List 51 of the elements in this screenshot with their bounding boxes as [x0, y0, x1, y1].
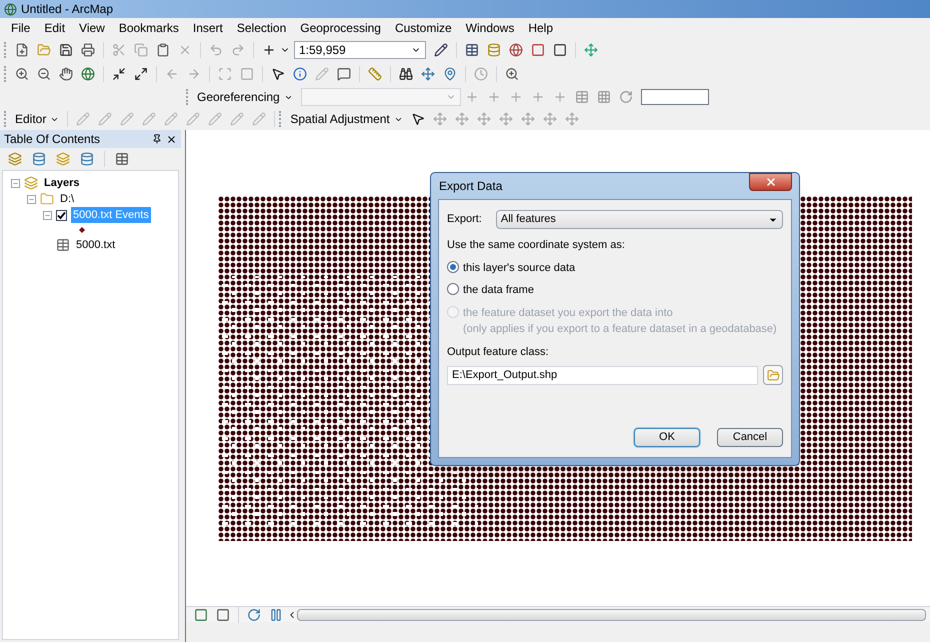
ok-button[interactable]: OK: [634, 428, 700, 447]
menu-item[interactable]: Windows: [466, 19, 514, 37]
point-symbol-icon: [79, 227, 85, 233]
georeferencing-menu[interactable]: Georeferencing: [193, 88, 297, 106]
menu-item[interactable]: Help: [528, 19, 554, 37]
check-icon: [57, 210, 66, 220]
browse-button[interactable]: [763, 365, 783, 385]
window-title: Untitled - ArcMap: [21, 1, 114, 18]
folder-icon: [766, 368, 780, 382]
export-label: Export:: [447, 212, 482, 228]
radio-button[interactable]: [447, 260, 459, 272]
menu-item[interactable]: Customize: [394, 19, 452, 37]
menu-item[interactable]: Bookmarks: [118, 19, 179, 37]
menu-item[interactable]: Selection: [236, 19, 286, 37]
layers-icon: [24, 176, 38, 190]
menu-item[interactable]: File: [11, 19, 30, 37]
close-icon[interactable]: [166, 134, 177, 144]
tree-item[interactable]: D:\: [58, 190, 76, 208]
output-label: Output feature class:: [447, 344, 550, 360]
coordinate-label: Use the same coordinate system as:: [447, 238, 626, 253]
editor-menu[interactable]: Editor: [11, 110, 64, 128]
table-icon: [56, 238, 70, 252]
expand-toggle[interactable]: [43, 210, 52, 220]
radio-label: the feature dataset you export the data into: [463, 306, 674, 320]
panel-title: Table Of Contents: [4, 131, 100, 148]
expand-toggle[interactable]: [27, 194, 36, 204]
dialog-title: Export Data: [439, 178, 502, 195]
menu-item[interactable]: Geoprocessing: [300, 19, 381, 37]
export-dropdown[interactable]: All features: [496, 210, 783, 229]
tree-item[interactable]: Layers: [42, 174, 82, 192]
radio-label: this layer's source data: [463, 260, 576, 276]
menu-item[interactable]: Edit: [44, 19, 66, 37]
horizontal-scrollbar[interactable]: [297, 608, 926, 620]
layer-checkbox[interactable]: [56, 210, 67, 220]
pin-icon[interactable]: [152, 134, 162, 144]
menu-item[interactable]: View: [79, 19, 105, 37]
radio-label: the data frame: [463, 283, 534, 298]
close-button[interactable]: [749, 173, 792, 191]
menu-item[interactable]: Insert: [192, 19, 223, 37]
folder-icon: [40, 192, 54, 206]
app-icon: [4, 2, 17, 16]
expand-toggle[interactable]: [11, 178, 20, 188]
scale-field[interactable]: 1:59,959: [294, 41, 426, 59]
close-icon: [764, 176, 776, 188]
rotation-field[interactable]: [640, 89, 709, 105]
output-field[interactable]: E:\Export_Output.shp: [447, 366, 758, 384]
spatial-adjustment-menu[interactable]: Spatial Adjustment: [286, 110, 407, 128]
radio-button[interactable]: [447, 283, 459, 295]
cancel-button[interactable]: Cancel: [717, 428, 783, 447]
radio-note: (only applies if you export to a feature dataset in a geodatabase): [463, 322, 777, 337]
tree-item[interactable]: 5000.txt: [74, 236, 118, 254]
